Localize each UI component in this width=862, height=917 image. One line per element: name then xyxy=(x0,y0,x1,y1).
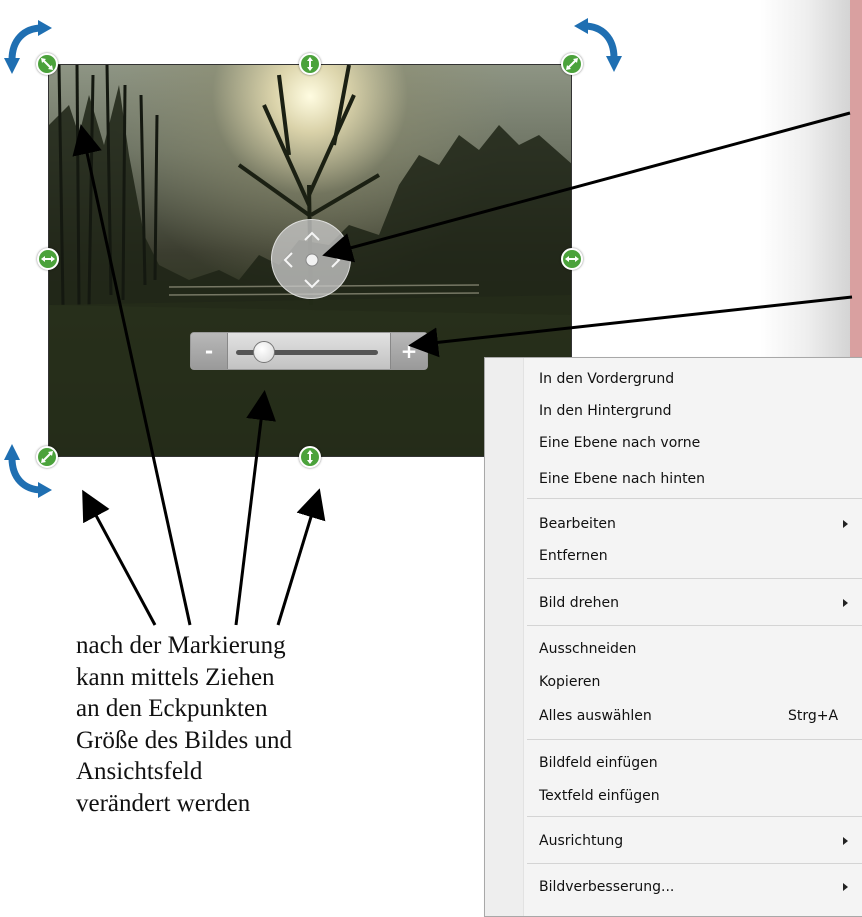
menu-separator xyxy=(527,498,862,499)
menu-item-select-all[interactable]: Alles auswählen xyxy=(539,704,652,728)
menu-item-rotate-image[interactable]: Bild drehen xyxy=(539,591,619,615)
menu-separator xyxy=(527,739,862,740)
menu-separator xyxy=(527,863,862,864)
menu-item-remove[interactable]: Entfernen xyxy=(539,544,608,568)
annotation-arrow xyxy=(72,124,192,626)
menu-item-send-to-back[interactable]: In den Hintergrund xyxy=(539,399,671,423)
menu-item-edit[interactable]: Bearbeiten xyxy=(539,512,616,536)
caption-line: an den Eckpunkten xyxy=(76,695,268,722)
menu-item-cut[interactable]: Ausschneiden xyxy=(539,637,636,661)
menu-item-insert-image-field[interactable]: Bildfeld einfügen xyxy=(539,751,658,775)
caption-line: kann mittels Ziehen xyxy=(76,663,275,691)
caption-line: Ansichtsfeld xyxy=(76,758,203,785)
menu-separator xyxy=(527,816,862,817)
menu-icon-gutter xyxy=(485,358,524,916)
annotation-arrow xyxy=(234,390,276,626)
submenu-arrow-icon xyxy=(843,837,848,845)
menu-item-bring-forward[interactable]: Eine Ebene nach vorne xyxy=(539,431,700,455)
menu-item-alignment[interactable]: Ausrichtung xyxy=(539,829,623,853)
annotation-arrow xyxy=(408,295,853,358)
annotation-arrow xyxy=(82,489,157,626)
menu-item-image-enhancement[interactable]: Bildverbesserung... xyxy=(539,875,674,899)
menu-separator xyxy=(527,578,862,579)
menu-item-send-backward[interactable]: Eine Ebene nach hinten xyxy=(539,467,705,491)
submenu-arrow-icon xyxy=(843,883,848,891)
submenu-arrow-icon xyxy=(843,520,848,528)
caption-line: nach der Markierung xyxy=(76,632,286,659)
submenu-arrow-icon xyxy=(843,599,848,607)
menu-item-copy[interactable]: Kopieren xyxy=(539,670,600,694)
caption-line: Größe des Bildes und xyxy=(76,726,292,754)
menu-separator xyxy=(527,625,862,626)
menu-item-bring-to-front[interactable]: In den Vordergrund xyxy=(539,367,674,391)
annotation-caption: nach der Markierung kann mittels Ziehen … xyxy=(76,630,376,819)
menu-shortcut-select-all: Strg+A xyxy=(788,708,839,724)
annotation-arrow xyxy=(322,111,851,263)
context-menu: In den Vordergrund In den Hintergrund Ei… xyxy=(484,357,862,917)
menu-item-insert-text-field[interactable]: Textfeld einfügen xyxy=(539,784,660,808)
annotation-arrow xyxy=(276,488,326,626)
caption-line: verändert werden xyxy=(76,789,251,817)
